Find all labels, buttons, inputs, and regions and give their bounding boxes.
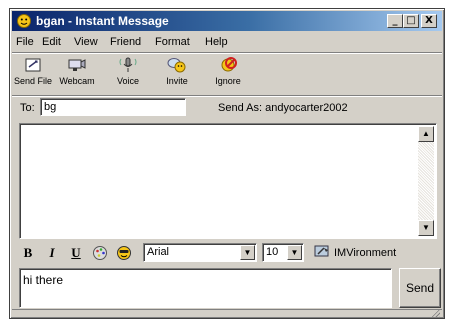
emoticon-icon	[117, 246, 131, 260]
chevron-down-icon[interactable]: ▼	[287, 245, 302, 260]
maximize-button[interactable]: □	[403, 14, 419, 28]
to-field[interactable]: bg	[40, 98, 186, 116]
toolbar: Send File Webcam Voice Invite Ignore	[12, 54, 442, 94]
conversation-area[interactable]: ▲ ▼	[19, 123, 437, 239]
format-toolbar: B I U Arial ▼ 10 ▼ IMVironment	[12, 241, 442, 265]
imvironment-icon	[314, 245, 329, 257]
menu-format[interactable]: Format	[155, 36, 190, 48]
ignore-icon	[221, 57, 237, 72]
size-select[interactable]: 10 ▼	[262, 243, 304, 262]
font-select[interactable]: Arial ▼	[143, 243, 257, 262]
menu-friend[interactable]: Friend	[110, 36, 141, 48]
menu-file[interactable]: File	[16, 36, 34, 48]
font-select-value: Arial	[147, 246, 170, 258]
send-as-label: Send As: andyocarter2002	[218, 102, 348, 114]
send-file-icon	[25, 58, 41, 72]
im-window: bgan - Instant Message _ □ X File Edit V…	[9, 8, 445, 319]
recipient-row: To: bg Send As: andyocarter2002	[12, 97, 442, 119]
status-bar	[12, 309, 442, 318]
resize-grip[interactable]	[430, 310, 440, 318]
window-title: bgan - Instant Message	[36, 14, 169, 28]
menu-edit[interactable]: Edit	[42, 36, 61, 48]
italic-button[interactable]: I	[42, 244, 62, 262]
minimize-button[interactable]: _	[387, 14, 403, 28]
voice-button[interactable]: Voice	[111, 56, 145, 92]
title-bar[interactable]: bgan - Instant Message _ □ X	[12, 11, 442, 31]
menu-view[interactable]: View	[74, 36, 98, 48]
send-button[interactable]: Send	[399, 268, 441, 308]
close-button[interactable]: X	[421, 14, 437, 28]
color-button[interactable]	[90, 244, 110, 262]
bold-button[interactable]: B	[18, 244, 38, 262]
send-file-button[interactable]: Send File	[13, 56, 53, 92]
emoticon-button[interactable]	[114, 244, 134, 262]
message-input[interactable]: hi there	[19, 268, 392, 308]
messenger-smiley-icon	[17, 14, 31, 28]
scroll-down-button[interactable]: ▼	[418, 220, 434, 236]
conversation-scrollbar[interactable]: ▲ ▼	[418, 126, 434, 236]
size-select-value: 10	[266, 246, 279, 258]
menu-bar: File Edit View Friend Format Help	[12, 32, 442, 52]
color-palette-icon	[93, 246, 107, 260]
underline-button[interactable]: U	[66, 244, 86, 262]
invite-icon	[167, 58, 186, 73]
microphone-icon	[119, 57, 137, 72]
menu-help[interactable]: Help	[205, 36, 228, 48]
invite-button[interactable]: Invite	[160, 56, 194, 92]
webcam-button[interactable]: Webcam	[55, 56, 99, 92]
chevron-down-icon[interactable]: ▼	[240, 245, 255, 260]
scroll-up-button[interactable]: ▲	[418, 126, 434, 142]
to-label: To:	[20, 102, 35, 114]
ignore-button[interactable]: Ignore	[211, 56, 245, 92]
webcam-icon	[68, 59, 86, 71]
